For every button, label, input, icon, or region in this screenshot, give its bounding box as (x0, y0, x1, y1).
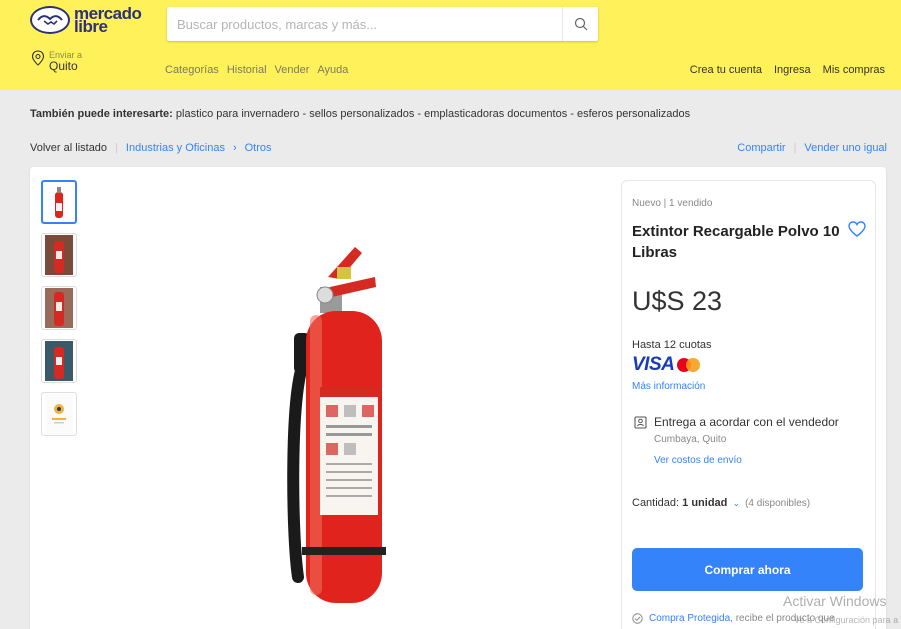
create-account-link[interactable]: Crea tu cuenta (690, 64, 762, 76)
login-link[interactable]: Ingresa (774, 64, 811, 76)
nav-vender[interactable]: Vender (275, 64, 310, 76)
favorite-button[interactable] (848, 221, 866, 242)
thumbnail-4[interactable] (41, 339, 77, 383)
delivery-text: Entrega a acordar con el vendedor (654, 415, 839, 429)
related-searches: También puede interesarte: plastico para… (30, 108, 690, 120)
search-input[interactable] (167, 7, 562, 41)
chevron-down-icon: ⌄ (732, 498, 740, 508)
main-nav: Categorías Historial Vender Ayuda (165, 64, 348, 76)
heart-icon (848, 221, 866, 237)
extinguisher-photo-icon (45, 235, 73, 275)
location-pin-icon (31, 50, 45, 66)
search-icon (574, 17, 587, 31)
delivery-location-text: Cumbaya, Quito (654, 434, 727, 445)
document-logo-icon (45, 394, 73, 434)
header: mercado libre Enviar a Quito Categorías … (0, 0, 901, 90)
quantity-selector[interactable]: Cantidad: 1 unidad ⌄ (4 disponibles) (632, 497, 810, 509)
windows-activation-title: Activar Windows (783, 593, 887, 609)
nav-ayuda[interactable]: Ayuda (317, 64, 348, 76)
thumbnail-5[interactable] (41, 392, 77, 436)
extinguisher-thumb-icon (55, 187, 63, 218)
mastercard-icon (677, 357, 701, 373)
my-purchases-link[interactable]: Mis compras (823, 64, 885, 76)
user-card-icon (634, 416, 647, 429)
product-price: U$S 23 (632, 286, 723, 316)
breadcrumb: Volver al listado | Industrias y Oficina… (30, 142, 272, 154)
extinguisher-photo-icon (45, 288, 73, 328)
delivery-location[interactable]: Enviar a Quito (31, 50, 82, 73)
back-to-list-link[interactable]: Volver al listado (30, 142, 107, 154)
shield-check-icon (632, 613, 643, 624)
extinguisher-photo-icon (45, 341, 73, 381)
related-items[interactable]: plastico para invernadero - sellos perso… (176, 108, 690, 120)
chevron-right-icon: › (232, 142, 237, 154)
nav-categorias[interactable]: Categorías (165, 64, 219, 76)
location-city: Quito (49, 59, 78, 73)
protected-purchase-link[interactable]: Compra Protegida (649, 613, 730, 624)
visa-logo: VISA (632, 354, 675, 375)
thumbnail-1[interactable] (41, 180, 77, 224)
handshake-icon (30, 6, 70, 34)
share-link[interactable]: Compartir (737, 142, 785, 154)
thumbnail-2[interactable] (41, 233, 77, 277)
actions-divider: | (793, 142, 797, 154)
windows-activation-sub: Ve a Configuración para a (794, 615, 899, 625)
user-nav: Crea tu cuenta Ingresa Mis compras (690, 64, 885, 76)
buy-box: Nuevo | 1 vendido Extintor Recargable Po… (621, 180, 876, 629)
breadcrumb-otros[interactable]: Otros (245, 142, 272, 154)
sell-same-link[interactable]: Vender uno igual (804, 142, 887, 154)
installments-text: Hasta 12 cuotas (632, 339, 712, 351)
buy-now-button[interactable]: Comprar ahora (632, 548, 863, 591)
fire-extinguisher-image (287, 247, 386, 603)
condition-sold: Nuevo | 1 vendido (632, 198, 713, 209)
thumbnail-list (41, 180, 77, 436)
search-bar (167, 7, 598, 41)
related-label: También puede interesarte: (30, 108, 173, 120)
listing-actions: Compartir | Vender uno igual (737, 142, 887, 154)
thumbnail-3[interactable] (41, 286, 77, 330)
product-card: Nuevo | 1 vendido Extintor Recargable Po… (30, 167, 886, 629)
product-title: Extintor Recargable Polvo 10 Libras (632, 223, 840, 261)
mercadolibre-logo[interactable]: mercado libre (30, 5, 142, 35)
search-button[interactable] (562, 7, 598, 41)
breadcrumb-industrias[interactable]: Industrias y Oficinas (126, 142, 225, 154)
more-info-link[interactable]: Más información (632, 381, 705, 392)
shipping-costs-link[interactable]: Ver costos de envío (654, 455, 742, 466)
quantity-label: Cantidad: (632, 497, 680, 509)
breadcrumb-divider: | (115, 142, 118, 154)
quantity-value: 1 unidad (682, 497, 728, 509)
available-count: (4 disponibles) (745, 498, 811, 509)
nav-historial[interactable]: Historial (227, 64, 267, 76)
payment-cards: VISA (632, 354, 701, 376)
product-main-image[interactable] (280, 237, 390, 612)
